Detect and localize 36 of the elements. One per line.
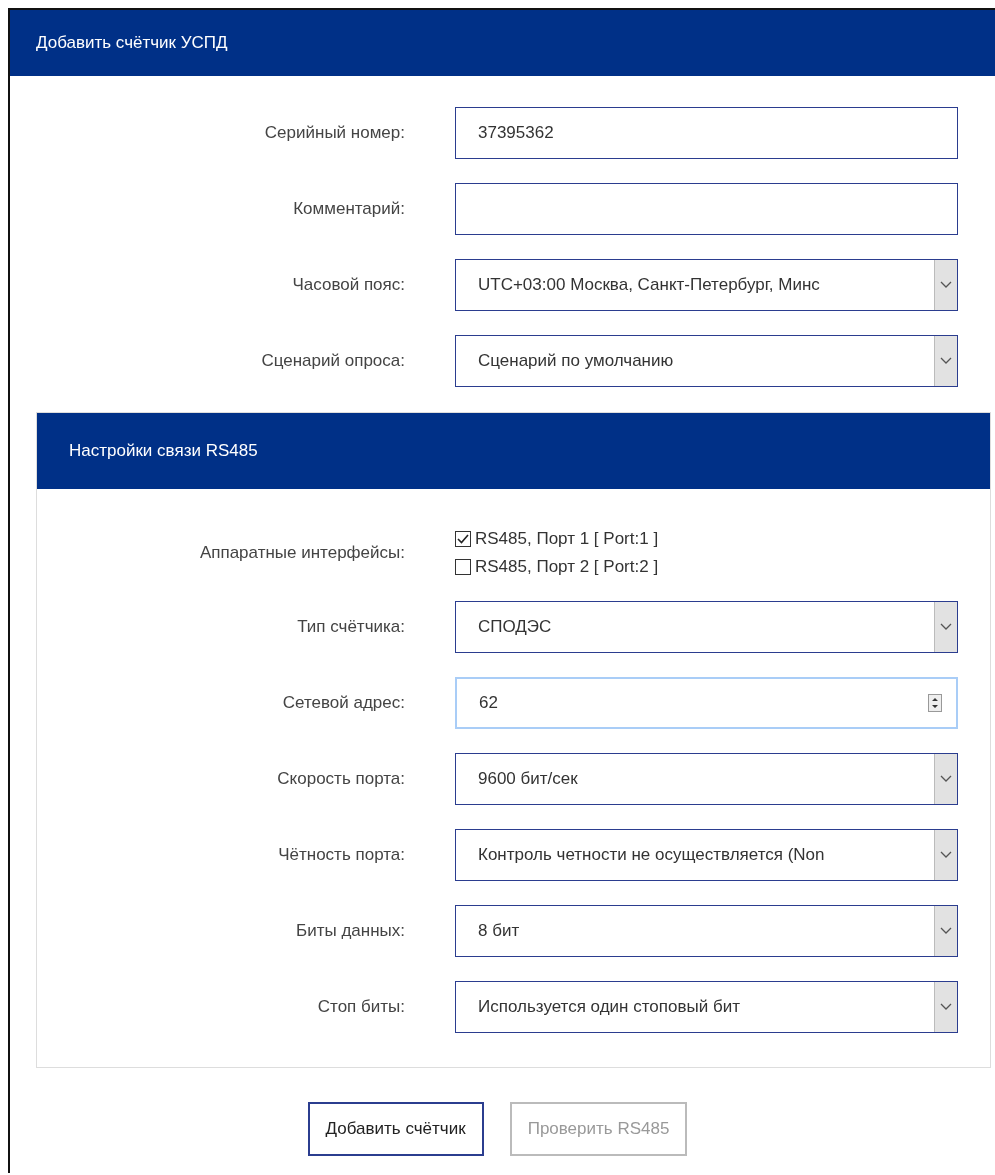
add-button[interactable]: Добавить счётчик xyxy=(307,1102,484,1156)
panel-title: Настройки связи RS485 xyxy=(69,441,258,461)
dropdown[interactable]: СПОДЭС xyxy=(455,601,958,653)
field-label: Серийный номер: xyxy=(264,123,405,143)
field-label: Биты данных: xyxy=(296,921,405,941)
spinner-icon[interactable] xyxy=(928,694,942,712)
window-title: Добавить счётчик УСПД xyxy=(36,33,228,53)
field-label: Аппаратные интерфейсы: xyxy=(199,543,405,563)
field-label: Сценарий опроса: xyxy=(261,351,405,371)
checkbox-option[interactable]: RS485, Порт 2 [ Port:2 ] xyxy=(455,557,958,577)
dropdown[interactable]: Контроль четности не осуществляется (Non xyxy=(455,829,958,881)
dropdown[interactable]: Используется один стоповый бит xyxy=(455,981,958,1033)
chevron-down-icon[interactable] xyxy=(934,336,957,386)
field-label: Чётность порта: xyxy=(278,845,405,865)
checkbox-option[interactable]: RS485, Порт 1 [ Port:1 ] xyxy=(455,529,958,549)
field-label: Тип счётчика: xyxy=(297,617,405,637)
chevron-down-icon[interactable] xyxy=(934,982,957,1032)
field-label: Часовой пояс: xyxy=(292,275,405,295)
field-label: Сетевой адрес: xyxy=(282,693,405,713)
chevron-down-icon[interactable] xyxy=(934,754,957,804)
dropdown[interactable]: 8 бит xyxy=(455,905,958,957)
checkbox[interactable] xyxy=(455,559,471,575)
dropdown[interactable]: Сценарий по умолчанию xyxy=(455,335,958,387)
field-label: Стоп биты: xyxy=(317,997,405,1017)
chevron-down-icon[interactable] xyxy=(934,830,957,880)
dropdown[interactable]: UTC+03:00 Москва, Санкт-Петербург, Минс xyxy=(455,259,958,311)
chevron-down-icon[interactable] xyxy=(934,260,957,310)
text-field[interactable] xyxy=(455,183,958,235)
chevron-down-icon[interactable] xyxy=(934,602,957,652)
checkbox[interactable] xyxy=(455,531,471,547)
chevron-down-icon[interactable] xyxy=(934,906,957,956)
dropdown[interactable]: 9600 бит/сек xyxy=(455,753,958,805)
field-label: Комментарий: xyxy=(293,199,405,219)
number-field[interactable]: 62 xyxy=(455,677,958,729)
text-field[interactable]: 37395362 xyxy=(455,107,958,159)
field-label: Скорость порта: xyxy=(277,769,405,789)
